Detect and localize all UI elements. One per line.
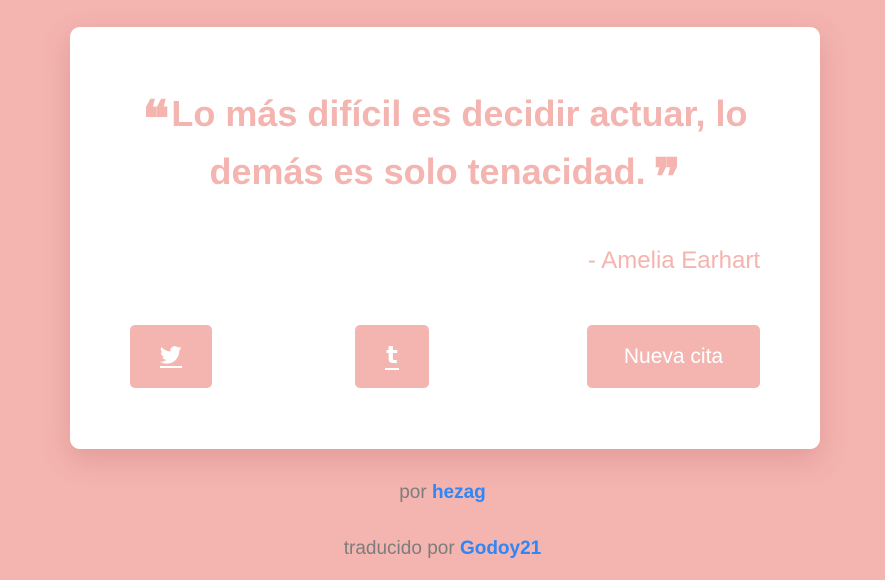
quote-author: - Amelia Earhart	[587, 247, 760, 274]
footer-translator-line: traducido por Godoy21	[0, 538, 885, 560]
close-quote-icon: ❞	[653, 147, 681, 206]
tumblr-post-button[interactable]: t	[355, 325, 429, 388]
author-link[interactable]: hezag	[432, 482, 486, 503]
footer-translated-prefix: traducido por	[343, 538, 455, 559]
tumblr-icon: t	[385, 340, 399, 370]
quote-text: ❝Lo más difícil es decidir actuar, lo de…	[130, 85, 760, 206]
open-quote-icon: ❝	[142, 89, 170, 148]
footer-author-line: por hezag	[0, 482, 885, 504]
quote-card: ❝Lo más difícil es decidir actuar, lo de…	[70, 27, 820, 449]
tweet-quote-button[interactable]	[130, 325, 212, 388]
footer-by-prefix: por	[399, 482, 427, 503]
new-quote-button[interactable]: Nueva cita	[587, 325, 760, 388]
twitter-icon	[160, 345, 182, 368]
translator-link[interactable]: Godoy21	[460, 538, 541, 559]
